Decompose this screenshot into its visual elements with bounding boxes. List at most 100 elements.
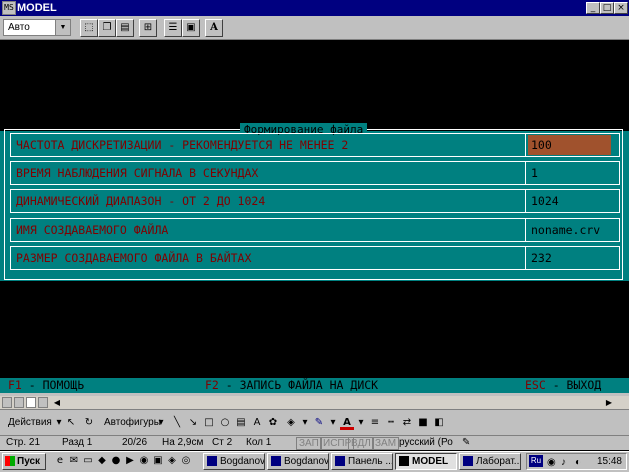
line-style-icon[interactable]: ≡ — [368, 416, 382, 430]
tray-icon[interactable]: ◐ — [575, 455, 581, 470]
status-rec[interactable]: ЗАП — [296, 437, 322, 450]
field-row-sampling-rate[interactable]: ЧАСТОТА ДИСКРЕТИЗАЦИИ - РЕКОМЕНДУЕТСЯ НЕ… — [10, 133, 620, 157]
chevron-down-icon[interactable]: ▾ — [326, 416, 340, 430]
mark-icon[interactable]: ⬚ — [80, 19, 98, 37]
system-tray: Ru ◉ ♪ ◐ 15:48 — [526, 453, 627, 470]
field-row-observation-time[interactable]: ВРЕМЯ НАБЛЮДЕНИЯ СИГНАЛА В СЕКУНДАХ 1 — [10, 161, 620, 185]
tray-icon[interactable]: ◉ — [547, 455, 556, 470]
quicklaunch-icon[interactable]: ◎ — [180, 455, 192, 467]
field-value-input[interactable]: 100 — [528, 135, 611, 155]
font-color-icon[interactable]: A — [340, 416, 354, 430]
hotkey-help[interactable]: F1 - ПОМОЩЬ — [8, 378, 84, 393]
close-button[interactable]: × — [614, 2, 628, 14]
app-icon[interactable]: MS — [2, 1, 16, 15]
dash-style-icon[interactable]: ┅ — [384, 416, 398, 430]
task-button[interactable]: Bogdanov — [267, 453, 329, 470]
field-value-input[interactable]: 1 — [528, 163, 611, 183]
quicklaunch-icon[interactable]: ◆ — [96, 455, 108, 467]
status-language[interactable]: русский (Ро — [399, 436, 453, 449]
hotkey-save[interactable]: F2 - ЗАПИСЬ ФАЙЛА НА ДИСК — [205, 378, 378, 393]
chevron-down-icon[interactable]: ▾ — [298, 416, 312, 430]
arrow-icon[interactable]: ↘ — [186, 416, 200, 430]
task-button[interactable]: Панель ... — [331, 453, 393, 470]
status-ext[interactable]: ВДЛ — [348, 437, 374, 450]
language-indicator[interactable]: Ru — [529, 455, 543, 467]
hotkey-exit[interactable]: ESC - ВЫХОД — [525, 378, 601, 393]
quicklaunch-icon[interactable]: ◈ — [166, 455, 178, 467]
start-button[interactable]: Пуск — [2, 453, 46, 470]
field-label: ВРЕМЯ НАБЛЮДЕНИЯ СИГНАЛА В СЕКУНДАХ — [16, 166, 259, 180]
arrow-style-icon[interactable]: ⇄ — [400, 416, 414, 430]
quicklaunch-icon[interactable]: ▣ — [152, 455, 164, 467]
fill-color-icon[interactable]: ◈ — [284, 416, 298, 430]
status-bar: Стр. 21 Разд 1 20/26 На 2,9см Ст 2 Кол 1… — [0, 435, 629, 450]
oval-icon[interactable]: ○ — [218, 416, 232, 430]
field-row-file-name[interactable]: ИМЯ СОЗДАВАЕМОГО ФАЙЛА noname.crv — [10, 218, 620, 242]
status-position: На 2,9см — [162, 437, 204, 448]
print-view-icon[interactable] — [26, 397, 36, 408]
normal-view-icon[interactable] — [2, 397, 12, 408]
status-ovr[interactable]: ЗАМ — [372, 437, 400, 450]
task-button-active[interactable]: MODEL — [395, 453, 457, 470]
maximize-button[interactable]: □ — [600, 2, 614, 14]
status-column: Кол 1 — [246, 437, 272, 448]
task-button[interactable]: Bogdanov — [203, 453, 265, 470]
outlook-icon[interactable]: ✉ — [68, 455, 80, 467]
speaker-icon[interactable]: ♪ — [561, 455, 566, 470]
field-label: РАЗМЕР СОЗДАВАЕМОГО ФАЙЛА В БАЙТАХ — [16, 251, 252, 265]
field-row-dynamic-range[interactable]: ДИНАМИЧЕСКИЙ ДИАПАЗОН - ОТ 2 ДО 1024 102… — [10, 189, 620, 213]
actions-menu[interactable]: Действия — [8, 412, 52, 434]
minimize-button[interactable]: _ — [586, 2, 600, 14]
status-line: Ст 2 — [212, 437, 233, 448]
field-value-readonly: 232 — [531, 251, 552, 265]
autoshapes-menu[interactable]: Автофигуры — [104, 412, 161, 434]
field-label: ДИНАМИЧЕСКИЙ ДИАПАЗОН - ОТ 2 ДО 1024 — [16, 194, 266, 208]
chevron-down-icon[interactable]: ▾ — [354, 416, 368, 430]
clipart-icon[interactable]: ✿ — [266, 416, 280, 430]
wordart-icon[interactable]: A — [250, 416, 264, 430]
web-view-icon[interactable] — [14, 397, 24, 408]
font-button[interactable]: A — [205, 19, 223, 37]
outline-view-icon[interactable] — [38, 397, 48, 408]
window-title: MODEL — [17, 2, 57, 14]
clock[interactable]: 15:48 — [597, 454, 622, 469]
quicklaunch-icon[interactable]: ▶ — [124, 455, 136, 467]
properties-icon[interactable]: ☰ — [164, 19, 182, 37]
textbox-icon[interactable]: ▤ — [234, 416, 248, 430]
field-label: ИМЯ СОЗДАВАЕМОГО ФАЙЛА — [16, 223, 169, 237]
rotate-icon[interactable]: ↻ — [82, 416, 96, 430]
font-size-select[interactable]: Авто ▼ — [3, 19, 71, 36]
font-size-value: Авто — [8, 22, 30, 33]
ie-icon[interactable]: e — [54, 455, 66, 467]
task-button[interactable]: Лаборат... — [459, 453, 521, 470]
spelling-icon[interactable]: ✎ — [462, 436, 470, 449]
background-icon[interactable]: ▣ — [182, 19, 200, 37]
hotkey-bar: F1 - ПОМОЩЬ F2 - ЗАПИСЬ ФАЙЛА НА ДИСК ES… — [0, 378, 629, 393]
shadow-icon[interactable]: ■ — [416, 416, 430, 430]
horizontal-scrollbar[interactable]: ◀ ▶ — [0, 396, 629, 410]
line-icon[interactable]: ╲ — [170, 416, 184, 430]
chevron-down-icon[interactable]: ▼ — [55, 20, 70, 35]
field-value-input[interactable]: 1024 — [528, 191, 611, 211]
scroll-left-icon[interactable]: ◀ — [52, 397, 62, 408]
word-doc-icon — [271, 456, 281, 466]
windows-logo-icon — [5, 456, 15, 466]
status-section: Разд 1 — [62, 437, 93, 448]
line-color-icon[interactable]: ✎ — [312, 416, 326, 430]
chevron-down-icon[interactable]: ▾ — [154, 416, 168, 430]
paste-icon[interactable]: ▤ — [116, 19, 134, 37]
field-value-input[interactable]: noname.crv — [528, 220, 611, 240]
copy-icon[interactable]: ❐ — [98, 19, 116, 37]
drawing-toolbar: Действия ▾ ↖ ↻ Автофигуры ▾ ╲ ↘ □ ○ ▤ A … — [0, 412, 629, 434]
fullscreen-icon[interactable]: ⊞ — [139, 19, 157, 37]
3d-icon[interactable]: ◧ — [432, 416, 446, 430]
rectangle-icon[interactable]: □ — [202, 416, 216, 430]
desktop-icon[interactable]: ▭ — [82, 455, 94, 467]
quicklaunch-icon[interactable]: ◉ — [138, 455, 150, 467]
status-page: Стр. 21 — [6, 437, 41, 448]
quicklaunch-icon[interactable]: ● — [110, 455, 122, 467]
select-pointer-icon[interactable]: ↖ — [64, 416, 78, 430]
status-page-of: 20/26 — [122, 437, 148, 448]
control-panel-icon — [335, 456, 345, 466]
scroll-right-icon[interactable]: ▶ — [604, 397, 614, 408]
